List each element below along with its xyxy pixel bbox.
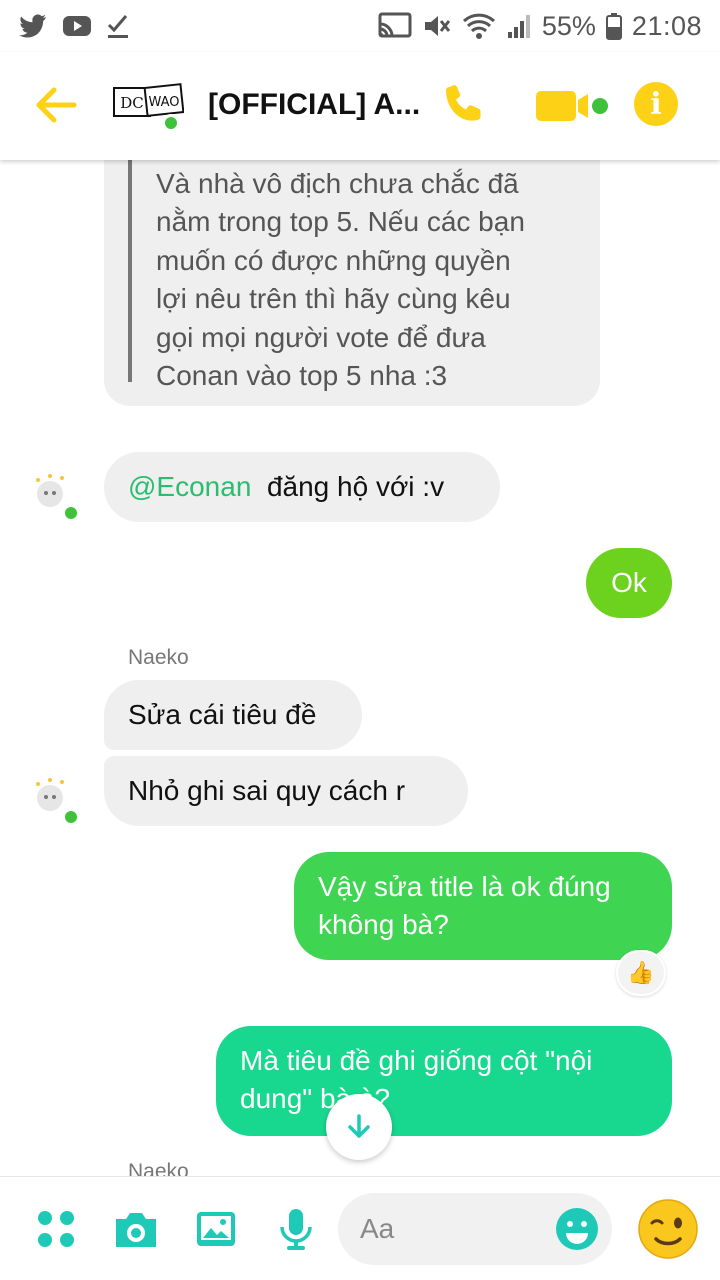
message-bubble[interactable]: Nhỏ ghi sai quy cách r <box>104 756 468 826</box>
online-indicator <box>62 504 80 522</box>
message-text: Sửa cái tiêu đề <box>128 699 317 730</box>
phone-icon[interactable] <box>444 82 488 126</box>
youtube-icon <box>63 16 91 36</box>
composer: Aa <box>0 1176 720 1280</box>
sender-name: Naeko <box>128 646 189 669</box>
back-arrow-icon[interactable] <box>32 82 78 128</box>
conversation-title[interactable]: [OFFICIAL] A... <box>208 88 428 122</box>
svg-text:DC: DC <box>120 94 144 112</box>
online-indicator <box>62 808 80 826</box>
mention[interactable]: @Econan <box>128 471 251 502</box>
conversation-header: DC WAO [OFFICIAL] A... i <box>0 52 720 160</box>
battery-percent: 55% <box>541 10 596 41</box>
message-bubble-outgoing[interactable]: Mà tiêu đề ghi giống cột "nội dung" bà à… <box>216 1026 672 1136</box>
message-bubble-outgoing[interactable]: Ok <box>586 548 672 618</box>
twitter-icon <box>19 14 46 38</box>
message-text: Mà tiêu đề ghi giống cột "nội dung" bà à… <box>240 1045 593 1114</box>
reaction-badge[interactable]: 👍 <box>616 950 666 996</box>
arrow-down-icon <box>348 1114 370 1138</box>
sender-name: Naeko <box>128 1160 189 1176</box>
emoji-picker-icon[interactable] <box>554 1206 600 1252</box>
message-input-placeholder: Aa <box>360 1213 395 1244</box>
apps-menu-icon[interactable] <box>34 1207 78 1251</box>
microphone-icon[interactable] <box>274 1207 318 1251</box>
quote-bar <box>128 160 132 382</box>
info-icon[interactable]: i <box>634 82 678 126</box>
scroll-to-bottom-button[interactable] <box>326 1094 392 1160</box>
message-text: Nhỏ ghi sai quy cách r <box>128 775 406 806</box>
message-text: Vậy sửa title là ok đúng không bà? <box>318 871 611 940</box>
video-call-icon[interactable] <box>534 88 610 124</box>
quoted-message-text: chưa chắc đã là nhà vô địch. Và nhà vô đ… <box>156 167 525 392</box>
sender-avatar[interactable] <box>32 470 80 522</box>
message-bubble-outgoing[interactable]: Vậy sửa title là ok đúng không bà? <box>294 852 672 960</box>
sender-avatar[interactable] <box>32 774 80 826</box>
wink-emoji-icon[interactable] <box>636 1197 700 1261</box>
battery-icon <box>605 13 622 40</box>
cast-icon <box>378 12 412 38</box>
status-bar: 55% 21:08 <box>0 0 720 52</box>
message-list[interactable]: chưa chắc đã là nhà vô địch. Và nhà vô đ… <box>0 160 720 1176</box>
group-avatar[interactable]: DC WAO <box>112 82 185 132</box>
wifi-icon <box>462 13 495 39</box>
online-indicator <box>162 114 180 132</box>
message-input[interactable]: Aa <box>338 1193 612 1265</box>
quoted-message-bubble[interactable]: chưa chắc đã là nhà vô địch. Và nhà vô đ… <box>104 160 600 406</box>
gallery-icon[interactable] <box>194 1207 238 1251</box>
message-bubble[interactable]: Sửa cái tiêu đề <box>104 680 362 750</box>
mute-icon <box>424 16 451 36</box>
thumbs-up-icon: 👍 <box>627 960 655 985</box>
message-bubble[interactable]: @Econan đăng hộ với :v <box>104 452 500 522</box>
svg-text:WAO: WAO <box>148 95 179 110</box>
clock: 21:08 <box>631 10 702 41</box>
signal-icon <box>507 15 530 38</box>
checkmark-icon <box>107 15 128 38</box>
message-text: đăng hộ với :v <box>266 471 445 502</box>
camera-icon[interactable] <box>112 1207 160 1251</box>
message-text: Ok <box>611 567 647 598</box>
